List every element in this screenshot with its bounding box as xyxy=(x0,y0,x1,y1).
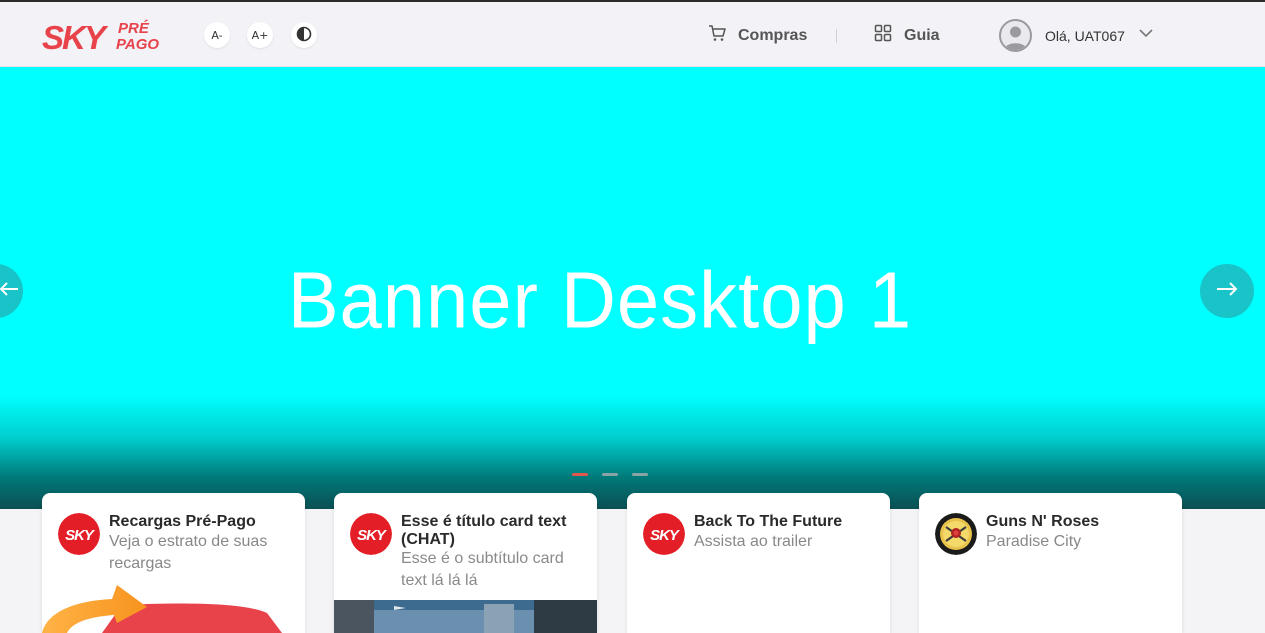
carousel-dot-3[interactable] xyxy=(632,473,648,476)
card-title: Recargas Pré-Pago xyxy=(109,513,256,530)
svg-text:PAGO: PAGO xyxy=(116,36,159,53)
chevron-down-icon[interactable] xyxy=(1139,25,1153,43)
card-recargas[interactable]: SKY Recargas Pré-Pago Veja o estrato de … xyxy=(42,493,305,633)
avatar xyxy=(999,19,1032,52)
grid-icon xyxy=(874,24,892,47)
arrow-right-icon xyxy=(1216,281,1238,302)
sky-logo-icon: SKY xyxy=(643,513,685,555)
card-subtitle: Paradise City xyxy=(986,533,1082,550)
card-guns-n-roses[interactable]: Guns N' Roses Paradise City xyxy=(919,493,1182,633)
font-decrease-button[interactable]: A- xyxy=(204,22,230,48)
contrast-toggle-button[interactable] xyxy=(291,22,317,48)
card-subtitle: Assista ao trailer xyxy=(694,533,813,550)
sky-logo-icon: SKY xyxy=(350,513,392,555)
user-menu[interactable]: Olá, UAT067 xyxy=(999,19,1153,52)
card-title: Esse é título card text (CHAT) xyxy=(401,513,567,548)
card-image xyxy=(334,600,597,633)
nav-guia-label: Guia xyxy=(904,26,940,44)
guns-n-roses-logo-icon xyxy=(935,513,977,555)
card-subtitle: Veja o estrato de suas recargas xyxy=(109,533,268,572)
nav-divider xyxy=(836,29,837,43)
font-increase-button[interactable]: A+ xyxy=(247,22,273,48)
card-chat[interactable]: SKY Esse é título card text (CHAT) Esse … xyxy=(334,493,597,633)
card-title: Guns N' Roses xyxy=(986,513,1100,530)
hero-banner-carousel[interactable]: Banner Desktop 1 xyxy=(0,67,1265,509)
user-greeting: Olá, UAT067 xyxy=(1045,27,1125,44)
cart-icon xyxy=(708,24,726,47)
svg-text:SKY: SKY xyxy=(357,527,388,544)
nav-compras[interactable]: Compras xyxy=(708,24,807,47)
carousel-indicators xyxy=(572,473,648,476)
svg-text:SKY: SKY xyxy=(42,19,109,54)
carousel-next-button[interactable] xyxy=(1200,264,1254,318)
banner-title: Banner Desktop 1 xyxy=(287,255,913,346)
svg-text:SKY: SKY xyxy=(65,527,96,544)
arrow-left-icon xyxy=(0,281,19,302)
sky-pre-pago-logo[interactable]: SKY PRÉ PAGO xyxy=(42,18,166,56)
svg-text:PRÉ: PRÉ xyxy=(118,20,150,37)
svg-text:SKY: SKY xyxy=(650,527,681,544)
card-back-to-the-future[interactable]: SKY Back To The Future Assista ao traile… xyxy=(627,493,890,633)
carousel-dot-1[interactable] xyxy=(572,473,588,476)
nav-guia[interactable]: Guia xyxy=(874,24,940,47)
card-title: Back To The Future xyxy=(694,513,843,530)
top-header: SKY PRÉ PAGO A- A+ Compras Guia Olá, UAT… xyxy=(0,2,1265,67)
contrast-icon xyxy=(296,26,312,45)
card-subtitle: Esse é o subtítulo card text lá lá lá xyxy=(401,550,564,589)
carousel-dot-2[interactable] xyxy=(602,473,618,476)
sky-logo-icon: SKY xyxy=(58,513,100,555)
nav-compras-label: Compras xyxy=(738,26,808,44)
